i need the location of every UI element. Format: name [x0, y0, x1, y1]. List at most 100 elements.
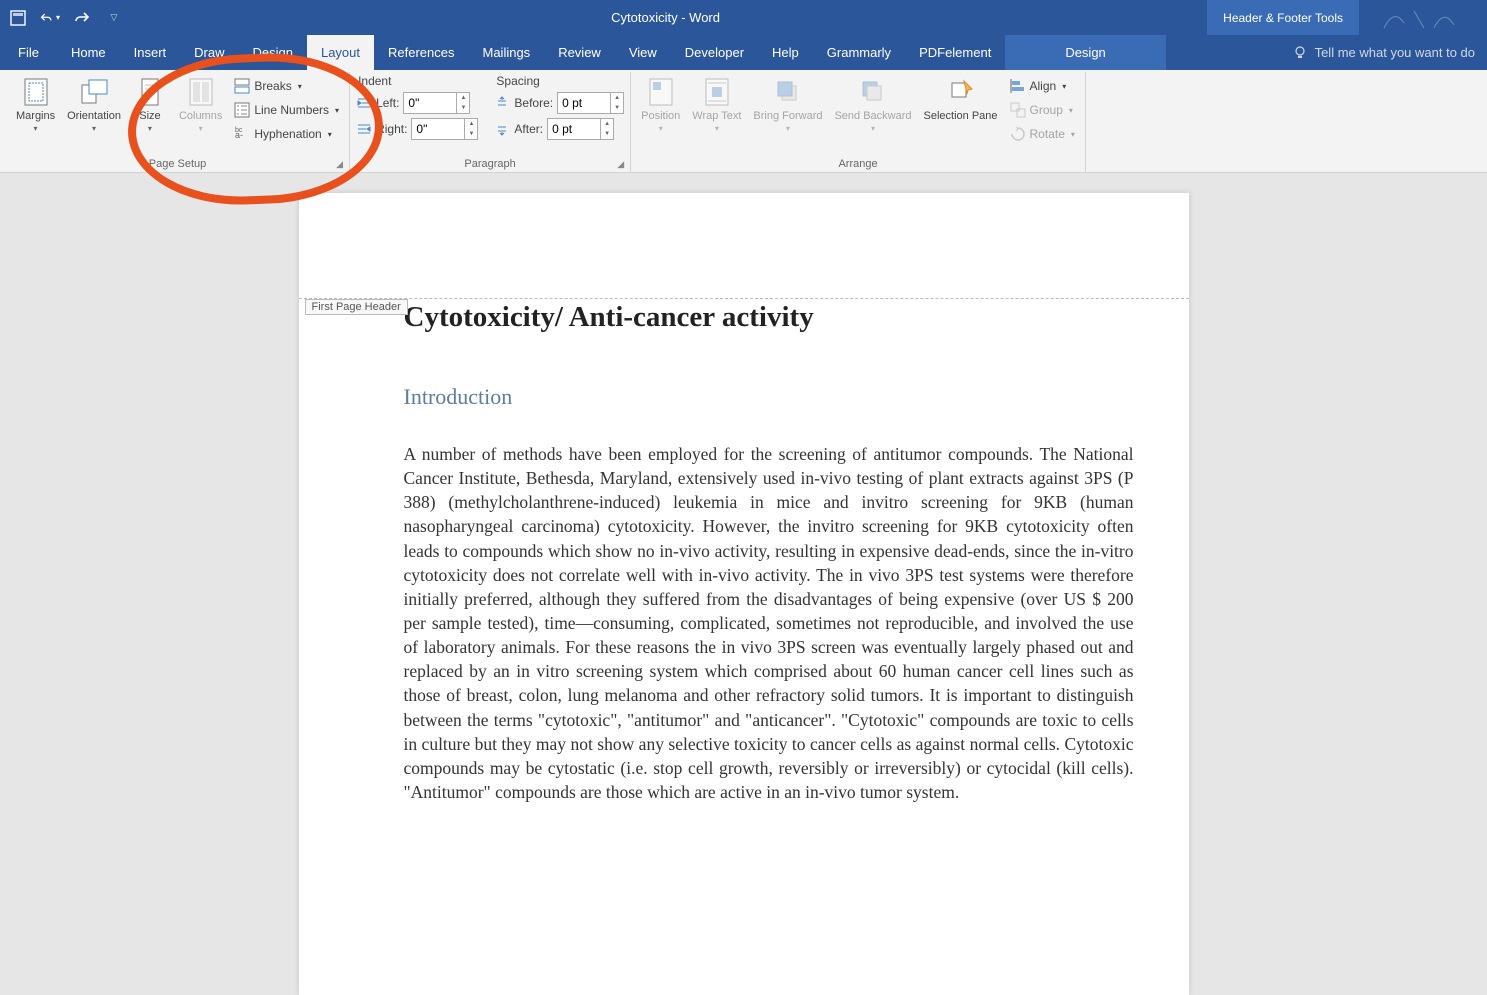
customize-qat-icon[interactable]: ▽ — [104, 8, 124, 28]
tab-draw[interactable]: Draw — [180, 35, 238, 70]
spinner-up-icon[interactable]: ▲ — [465, 119, 477, 129]
orientation-label: Orientation — [67, 110, 121, 122]
spacing-before-input[interactable]: ▲▼ — [557, 92, 624, 114]
indent-header: Indent — [356, 74, 478, 88]
tab-home[interactable]: Home — [57, 35, 120, 70]
bring-forward-label: Bring Forward — [753, 110, 822, 122]
indent-right-input[interactable]: ▲▼ — [411, 118, 478, 140]
tab-pdfelement[interactable]: PDFelement — [905, 35, 1005, 70]
title-bar: ▾ ▽ Cytotoxicity - Word Header & Footer … — [0, 0, 1487, 35]
chevron-down-icon: ▾ — [199, 124, 203, 133]
margins-button[interactable]: Margins ▾ — [12, 74, 59, 135]
send-backward-label: Send Backward — [834, 110, 911, 122]
group-objects-button[interactable]: Group ▾ — [1006, 100, 1079, 120]
bring-forward-button[interactable]: Bring Forward ▾ — [749, 74, 826, 135]
tab-insert[interactable]: Insert — [120, 35, 181, 70]
spinner-down-icon[interactable]: ▼ — [465, 129, 477, 139]
spinner-down-icon[interactable]: ▼ — [611, 103, 623, 113]
rotate-icon — [1010, 126, 1026, 142]
bring-forward-icon — [772, 76, 804, 108]
group-objects-label: Group — [1030, 103, 1063, 117]
line-numbers-button[interactable]: Line Numbers ▾ — [230, 100, 343, 120]
margins-label: Margins — [16, 110, 55, 122]
columns-label: Columns — [179, 110, 222, 122]
tab-hf-design[interactable]: Design — [1005, 35, 1165, 70]
rotate-button[interactable]: Rotate ▾ — [1006, 124, 1079, 144]
position-button[interactable]: Position ▾ — [637, 74, 684, 135]
ribbon: Margins ▾ Orientation ▾ Size ▾ Columns ▾ — [0, 70, 1487, 173]
size-button[interactable]: Size ▾ — [129, 74, 171, 135]
tab-design[interactable]: Design — [239, 35, 307, 70]
chevron-down-icon: ▾ — [786, 124, 790, 133]
chevron-down-icon: ▾ — [1069, 106, 1073, 115]
indent-left-input[interactable]: ▲▼ — [403, 92, 470, 114]
columns-button[interactable]: Columns ▾ — [175, 74, 226, 135]
tab-view[interactable]: View — [615, 35, 671, 70]
position-label: Position — [641, 110, 680, 122]
document-area[interactable]: First Page Header Cytotoxicity/ Anti-can… — [0, 173, 1487, 995]
indent-right-label: Right: — [376, 122, 407, 136]
tab-references[interactable]: References — [374, 35, 468, 70]
tab-layout[interactable]: Layout — [307, 35, 374, 70]
dialog-launcher-icon[interactable]: ◢ — [336, 159, 343, 170]
group-page-setup: Margins ▾ Orientation ▾ Size ▾ Columns ▾ — [6, 72, 350, 172]
rotate-label: Rotate — [1030, 127, 1065, 141]
group-label-arrange: Arrange — [637, 156, 1079, 172]
header-tag-label: First Page Header — [305, 299, 408, 315]
spacing-header: Spacing — [494, 74, 624, 88]
indent-left-label: Left: — [376, 96, 399, 110]
undo-button[interactable]: ▾ — [40, 8, 60, 28]
breaks-label: Breaks — [254, 79, 291, 93]
chevron-down-icon: ▾ — [871, 124, 875, 133]
spacing-after-label: After: — [514, 122, 543, 136]
page[interactable]: First Page Header Cytotoxicity/ Anti-can… — [299, 193, 1189, 995]
breaks-icon — [234, 78, 250, 94]
selection-pane-button[interactable]: Selection Pane — [920, 74, 1002, 124]
spinner-up-icon[interactable]: ▲ — [601, 119, 613, 129]
document-heading[interactable]: Introduction — [404, 384, 1134, 410]
tab-grammarly[interactable]: Grammarly — [813, 35, 905, 70]
align-icon — [1010, 78, 1026, 94]
tab-mailings[interactable]: Mailings — [469, 35, 545, 70]
spacing-before-label: Before: — [514, 96, 553, 110]
spacing-after-input[interactable]: ▲▼ — [547, 118, 614, 140]
columns-icon — [185, 76, 217, 108]
wrap-text-button[interactable]: Wrap Text ▾ — [688, 74, 745, 135]
spacing-before-icon — [494, 95, 510, 111]
document-title[interactable]: Cytotoxicity/ Anti-cancer activity — [404, 301, 1134, 334]
document-body[interactable]: A number of methods have been employed f… — [404, 442, 1134, 804]
align-button[interactable]: Align ▾ — [1006, 76, 1079, 96]
selection-pane-icon — [945, 76, 977, 108]
size-icon — [134, 76, 166, 108]
tab-help[interactable]: Help — [758, 35, 813, 70]
tab-review[interactable]: Review — [544, 35, 615, 70]
spacing-after-icon — [494, 121, 510, 137]
tell-me-label: Tell me what you want to do — [1315, 45, 1475, 60]
spinner-down-icon[interactable]: ▼ — [457, 103, 469, 113]
dialog-launcher-icon[interactable]: ◢ — [617, 159, 624, 170]
tab-developer[interactable]: Developer — [671, 35, 758, 70]
chevron-down-icon: ▾ — [1071, 130, 1075, 139]
breaks-button[interactable]: Breaks ▾ — [230, 76, 343, 96]
wrap-text-icon — [701, 76, 733, 108]
spinner-up-icon[interactable]: ▲ — [611, 93, 623, 103]
spinner-down-icon[interactable]: ▼ — [601, 129, 613, 139]
hyphenation-button[interactable]: a-bc Hyphenation ▾ — [230, 124, 343, 144]
group-paragraph: Indent Left: ▲▼ Right: ▲▼ — [350, 72, 631, 172]
header-boundary — [299, 298, 1189, 299]
redo-button[interactable] — [72, 8, 92, 28]
tell-me-search[interactable]: Tell me what you want to do — [1281, 35, 1487, 70]
hyphenation-label: Hyphenation — [254, 127, 321, 141]
group-label-paragraph: Paragraph ◢ — [356, 156, 624, 172]
chevron-down-icon: ▾ — [34, 124, 38, 133]
chevron-down-icon: ▾ — [148, 124, 152, 133]
tab-file[interactable]: File — [0, 35, 57, 70]
orientation-button[interactable]: Orientation ▾ — [63, 74, 125, 135]
spinner-up-icon[interactable]: ▲ — [457, 93, 469, 103]
chevron-down-icon: ▾ — [1062, 82, 1066, 91]
group-label-page-setup: Page Setup ◢ — [12, 156, 343, 172]
send-backward-button[interactable]: Send Backward ▾ — [830, 74, 915, 135]
orientation-icon — [78, 76, 110, 108]
group-arrange: Position ▾ Wrap Text ▾ Bring Forward ▾ S… — [631, 72, 1086, 172]
autosave-icon[interactable] — [8, 8, 28, 28]
